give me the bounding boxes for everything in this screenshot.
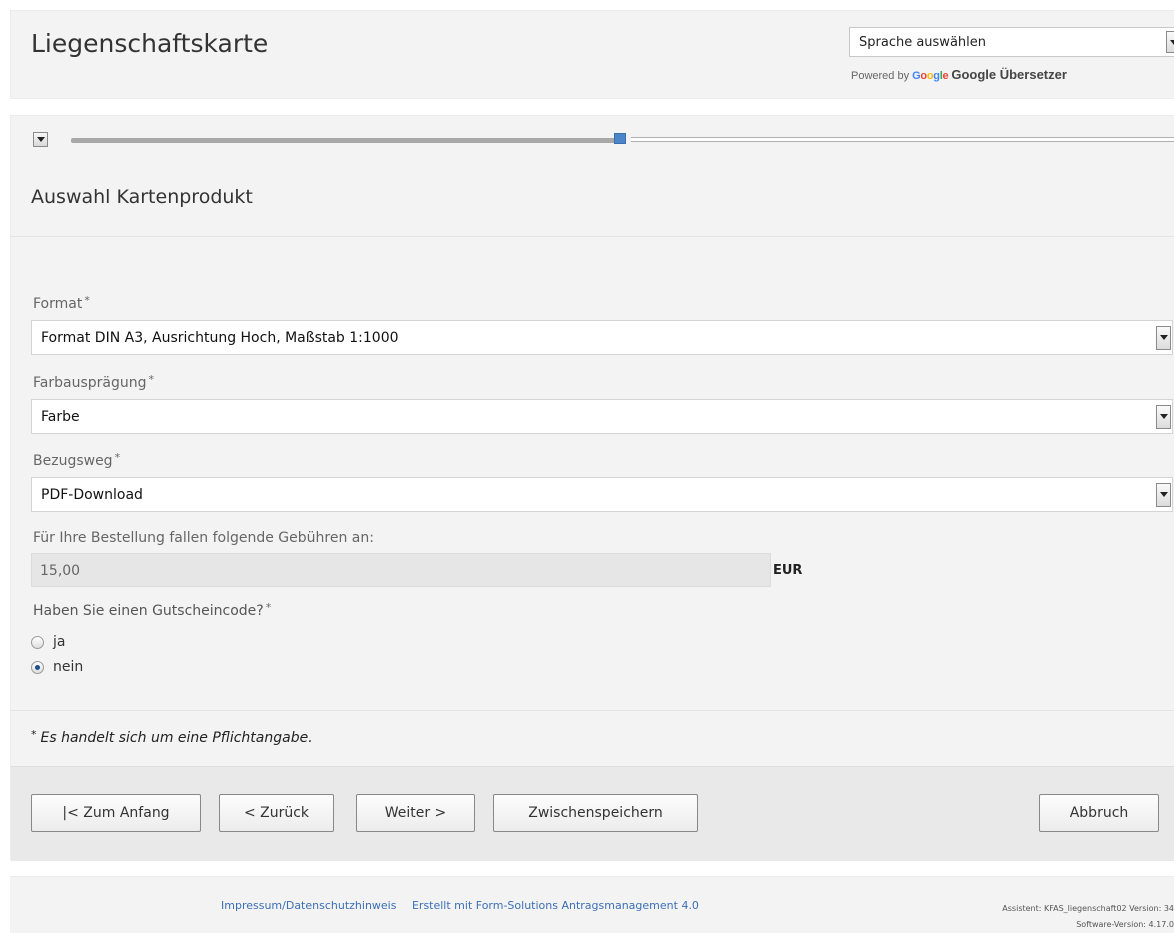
- format-select-value: Format DIN A3, Ausrichtung Hoch, Maßstab…: [41, 330, 399, 346]
- divider: [11, 236, 1174, 237]
- voucher-option-no[interactable]: nein: [31, 659, 83, 675]
- cancel-button[interactable]: Abbruch: [1039, 794, 1159, 832]
- fee-label: Für Ihre Bestellung fallen folgende Gebü…: [33, 530, 374, 546]
- save-draft-button[interactable]: Zwischenspeichern: [493, 794, 698, 832]
- first-page-button[interactable]: |< Zum Anfang: [31, 794, 201, 832]
- voucher-option-yes[interactable]: ja: [31, 634, 65, 650]
- powered-by-text: Powered by: [851, 70, 910, 82]
- google-logo: Google: [912, 70, 949, 82]
- chevron-down-icon[interactable]: [1155, 321, 1172, 354]
- voucher-label: Haben Sie einen Gutscheincode? *: [33, 601, 272, 619]
- language-select[interactable]: Sprache auswählen: [849, 27, 1174, 57]
- chevron-down-icon[interactable]: [1155, 478, 1172, 511]
- page-title: Liegenschaftskarte: [31, 29, 269, 58]
- delivery-label: Bezugsweg *: [33, 451, 121, 469]
- fee-field: 15,00: [31, 553, 771, 587]
- progress-bar-remaining: [631, 137, 1174, 142]
- created-with-link[interactable]: Erstellt mit Form-Solutions Antragsmanag…: [412, 899, 699, 912]
- format-label-text: Format: [33, 296, 83, 312]
- chevron-down-icon: [36, 137, 45, 142]
- assistant-version: Assistent: KFAS_liegenschaft02 Version: …: [1002, 904, 1174, 913]
- fee-unit: EUR: [773, 563, 803, 578]
- required-marker: *: [265, 601, 272, 614]
- color-select-value: Farbe: [41, 409, 80, 425]
- back-button[interactable]: < Zurück: [219, 794, 334, 832]
- fee-value: 15,00: [40, 563, 81, 579]
- google-translator-link[interactable]: Google Übersetzer: [951, 67, 1067, 82]
- imprint-link[interactable]: Impressum/Datenschutzhinweis: [221, 899, 396, 912]
- software-version: Software-Version: 4.17.0: [1076, 920, 1174, 929]
- progress-marker: [614, 133, 626, 144]
- format-select[interactable]: Format DIN A3, Ausrichtung Hoch, Maßstab…: [31, 320, 1173, 355]
- button-bar: |< Zum Anfang < Zurück Weiter > Zwischen…: [11, 766, 1174, 861]
- required-marker: *: [148, 373, 154, 386]
- delivery-label-text: Bezugsweg: [33, 453, 113, 469]
- required-marker: *: [114, 451, 121, 464]
- voucher-option-yes-label: ja: [53, 634, 66, 650]
- chevron-down-icon[interactable]: [1165, 28, 1174, 56]
- google-translate-attribution: Powered by Google Google Übersetzer: [851, 67, 1067, 82]
- footer-links: Impressum/Datenschutzhinweis Erstellt mi…: [221, 899, 711, 912]
- color-label-text: Farbausprägung: [33, 375, 147, 391]
- voucher-label-text: Haben Sie einen Gutscheincode?: [33, 603, 264, 619]
- next-button[interactable]: Weiter >: [356, 794, 475, 832]
- required-marker: *: [84, 294, 90, 307]
- color-label: Farbausprägung *: [33, 373, 154, 391]
- collapse-toggle-button[interactable]: [33, 132, 48, 147]
- section-title: Auswahl Kartenprodukt: [31, 186, 253, 208]
- chevron-down-icon[interactable]: [1155, 400, 1172, 433]
- divider: [11, 710, 1174, 711]
- language-select-value: Sprache auswählen: [859, 35, 986, 50]
- form-panel: Auswahl Kartenprodukt Format * Format DIN…: [10, 115, 1174, 861]
- delivery-select-value: PDF-Download: [41, 487, 143, 503]
- required-footnote: * Es handelt sich um eine Pflichtangabe.: [31, 728, 313, 746]
- delivery-select[interactable]: PDF-Download: [31, 477, 1173, 512]
- voucher-option-no-label: nein: [53, 659, 84, 675]
- version-info: Assistent: KFAS_liegenschaft02 Version: …: [1002, 901, 1174, 933]
- required-marker: *: [31, 728, 37, 741]
- required-footnote-text: Es handelt sich um eine Pflichtangabe.: [40, 730, 313, 746]
- radio-button-yes[interactable]: [31, 635, 44, 649]
- format-label: Format *: [33, 294, 90, 312]
- header-panel: Liegenschaftskarte Sprache auswählen Pow…: [10, 10, 1174, 99]
- footer: Impressum/Datenschutzhinweis Erstellt mi…: [10, 876, 1174, 933]
- color-select[interactable]: Farbe: [31, 399, 1173, 434]
- progress-bar-completed: [71, 138, 619, 143]
- radio-button-no[interactable]: [31, 660, 44, 674]
